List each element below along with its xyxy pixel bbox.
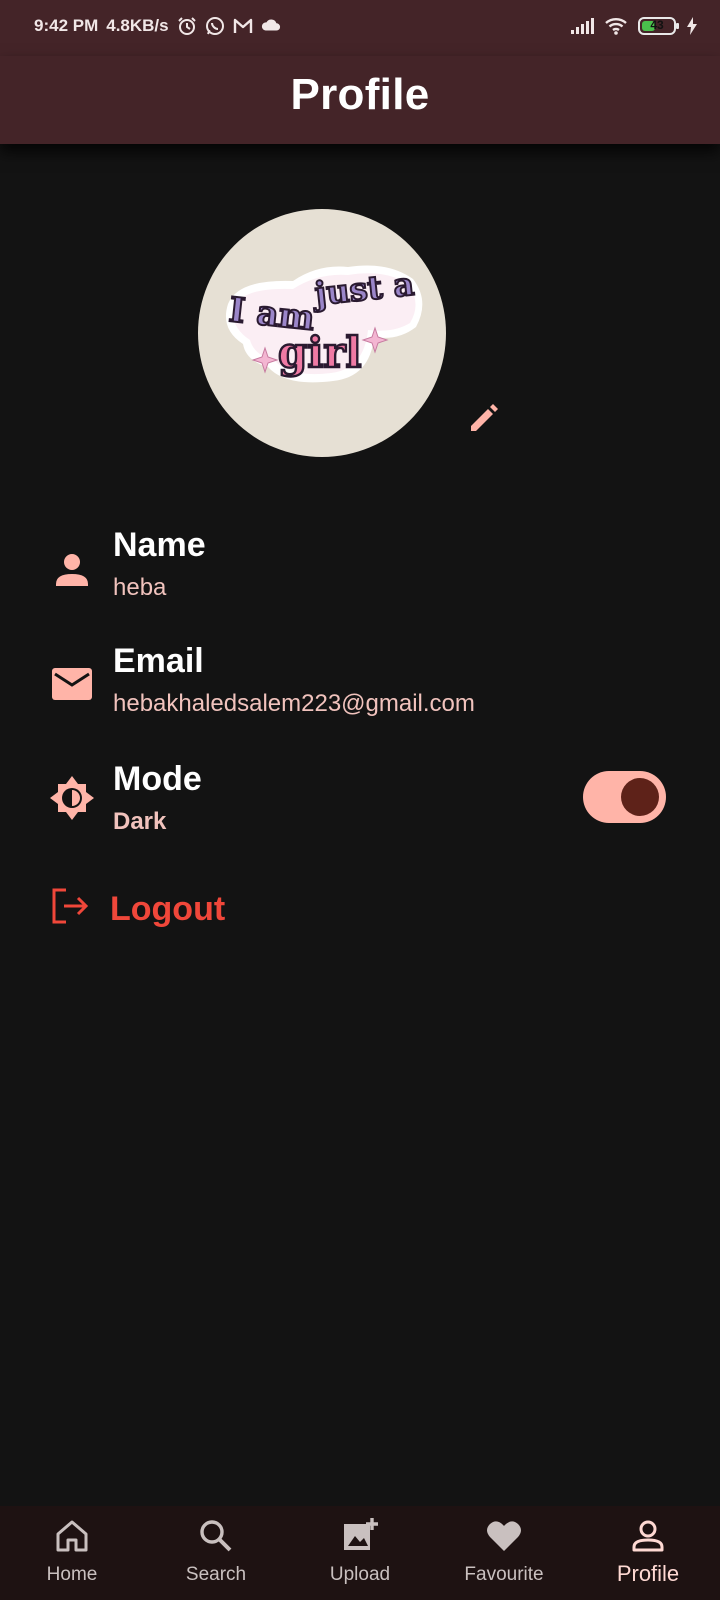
status-bar: 9:42 PM 4.8KB/s 43 — [0, 0, 720, 56]
wifi-icon — [604, 16, 628, 36]
alarm-icon — [177, 16, 197, 36]
edit-avatar-button[interactable] — [466, 400, 502, 436]
status-time: 9:42 PM — [34, 16, 99, 35]
cloud-icon — [261, 16, 281, 36]
bottom-nav: Home Search Upload Favourite Profile — [0, 1506, 720, 1600]
logout-label: Logout — [110, 890, 226, 928]
logout-icon — [52, 888, 89, 924]
nav-favourite-label: Favourite — [464, 1564, 544, 1585]
page-title: Profile — [290, 70, 430, 119]
avatar[interactable]: I am just a girl — [198, 209, 446, 457]
person-icon — [632, 1520, 664, 1552]
gmail-icon — [233, 16, 253, 36]
battery-icon: 43 — [638, 17, 679, 35]
heart-icon — [487, 1521, 521, 1551]
dark-mode-toggle[interactable] — [583, 771, 666, 823]
mode-value: Dark — [113, 808, 167, 835]
pencil-icon — [471, 404, 498, 431]
toggle-knob — [621, 778, 659, 816]
email-label: Email — [113, 642, 204, 680]
add-photo-icon — [344, 1518, 378, 1550]
nav-upload-label: Upload — [329, 1564, 391, 1585]
nav-home[interactable]: Home — [0, 1506, 144, 1600]
nav-search-label: Search — [185, 1564, 247, 1585]
nav-search[interactable]: Search — [144, 1506, 288, 1600]
whatsapp-icon — [205, 16, 225, 36]
search-icon — [200, 1520, 232, 1552]
battery-level: 43 — [650, 18, 664, 32]
status-network-speed: 4.8KB/s — [106, 16, 169, 35]
charging-icon — [686, 16, 698, 36]
logout-button[interactable]: Logout — [50, 886, 225, 928]
name-label: Name — [113, 526, 206, 564]
avatar-sticker-image: I am just a girl — [225, 264, 423, 383]
nav-profile-label: Profile — [616, 1561, 680, 1586]
person-icon — [50, 548, 94, 592]
brightness-icon — [50, 776, 94, 820]
mode-label: Mode — [113, 760, 202, 798]
home-icon — [56, 1520, 88, 1552]
email-value: hebakhaledsalem223@gmail.com — [113, 690, 475, 717]
nav-profile[interactable]: Profile — [576, 1506, 720, 1600]
svg-text:girl: girl — [278, 328, 361, 377]
email-icon — [50, 662, 94, 706]
name-value: heba — [113, 574, 167, 601]
signal-icon — [570, 16, 594, 36]
nav-upload[interactable]: Upload — [288, 1506, 432, 1600]
nav-favourite[interactable]: Favourite — [432, 1506, 576, 1600]
app-bar: Profile — [0, 56, 720, 144]
nav-home-label: Home — [46, 1564, 98, 1585]
